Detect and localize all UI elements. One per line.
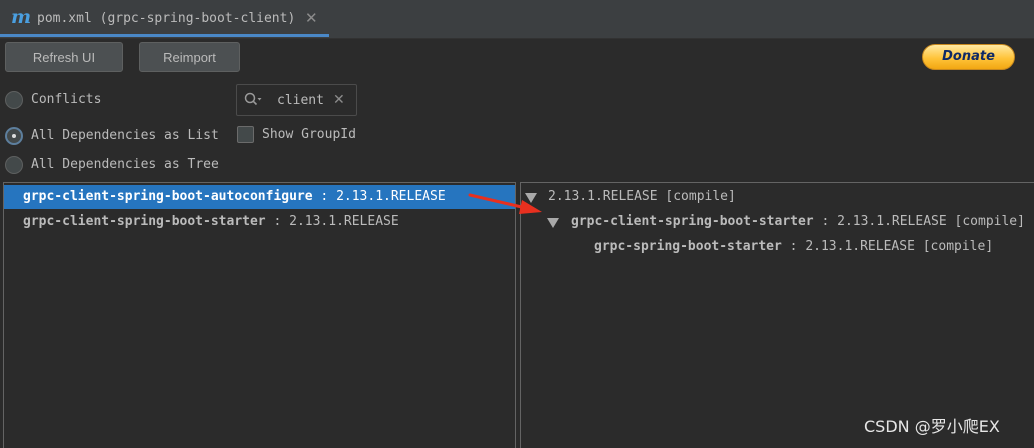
tab-pom-xml[interactable]: m pom.xml (grpc-spring-boot-client) ✕ — [0, 0, 329, 37]
dependency-list-panel: grpc-client-spring-boot-autoconfigure : … — [3, 182, 516, 448]
list-item-version: : 2.13.1.RELEASE — [265, 214, 399, 229]
tree-node[interactable]: grpc-client-spring-boot-starter : 2.13.1… — [521, 210, 1034, 234]
tree-node-label: 2.13.1.RELEASE [compile] — [548, 189, 736, 204]
tree-node[interactable]: grpc-spring-boot-starter : 2.13.1.RELEAS… — [521, 235, 1034, 259]
tree-node-detail: : 2.13.1.RELEASE [compile] — [781, 239, 994, 254]
maven-m-icon: m — [11, 6, 32, 28]
list-item[interactable]: grpc-client-spring-boot-autoconfigure : … — [4, 185, 515, 209]
show-groupid-checkbox[interactable] — [237, 126, 254, 143]
tree-node-detail: : 2.13.1.RELEASE [compile] — [813, 214, 1025, 229]
expand-triangle-icon[interactable] — [525, 193, 537, 203]
close-icon[interactable]: ✕ — [305, 9, 318, 27]
conflicts-label: Conflicts — [31, 92, 102, 107]
all-dependencies-list-label: All Dependencies as List — [31, 128, 219, 143]
all-dependencies-list-radio[interactable] — [5, 127, 23, 145]
list-item[interactable]: grpc-client-spring-boot-starter : 2.13.1… — [4, 210, 515, 234]
search-box[interactable]: ✕ — [236, 84, 357, 116]
tree-node-artifact: grpc-spring-boot-starter — [594, 239, 782, 254]
tab-title: pom.xml (grpc-spring-boot-client) — [37, 11, 296, 26]
watermark: CSDN @罗小爬EX — [864, 417, 1000, 436]
search-icon — [244, 92, 262, 106]
list-item-artifact: grpc-client-spring-boot-starter — [23, 214, 266, 229]
donate-button[interactable]: Donate — [922, 44, 1015, 70]
reimport-button[interactable]: Reimport — [139, 42, 240, 72]
conflicts-radio[interactable] — [5, 91, 23, 109]
editor-tab-bar: m pom.xml (grpc-spring-boot-client) ✕ — [0, 0, 1034, 39]
tree-node-root[interactable]: 2.13.1.RELEASE [compile] — [521, 185, 1034, 209]
refresh-ui-button[interactable]: Refresh UI — [5, 42, 123, 72]
all-dependencies-tree-radio[interactable] — [5, 156, 23, 174]
expand-triangle-icon[interactable] — [547, 218, 559, 228]
list-item-artifact: grpc-client-spring-boot-autoconfigure — [23, 189, 313, 204]
show-groupid-label: Show GroupId — [262, 127, 356, 142]
search-input[interactable] — [277, 92, 332, 108]
dependency-tree-panel: 2.13.1.RELEASE [compile] grpc-client-spr… — [520, 182, 1034, 448]
tree-node-artifact: grpc-client-spring-boot-starter — [571, 214, 814, 229]
list-item-version: : 2.13.1.RELEASE — [312, 189, 446, 204]
clear-search-icon[interactable]: ✕ — [333, 91, 345, 109]
all-dependencies-tree-label: All Dependencies as Tree — [31, 157, 219, 172]
